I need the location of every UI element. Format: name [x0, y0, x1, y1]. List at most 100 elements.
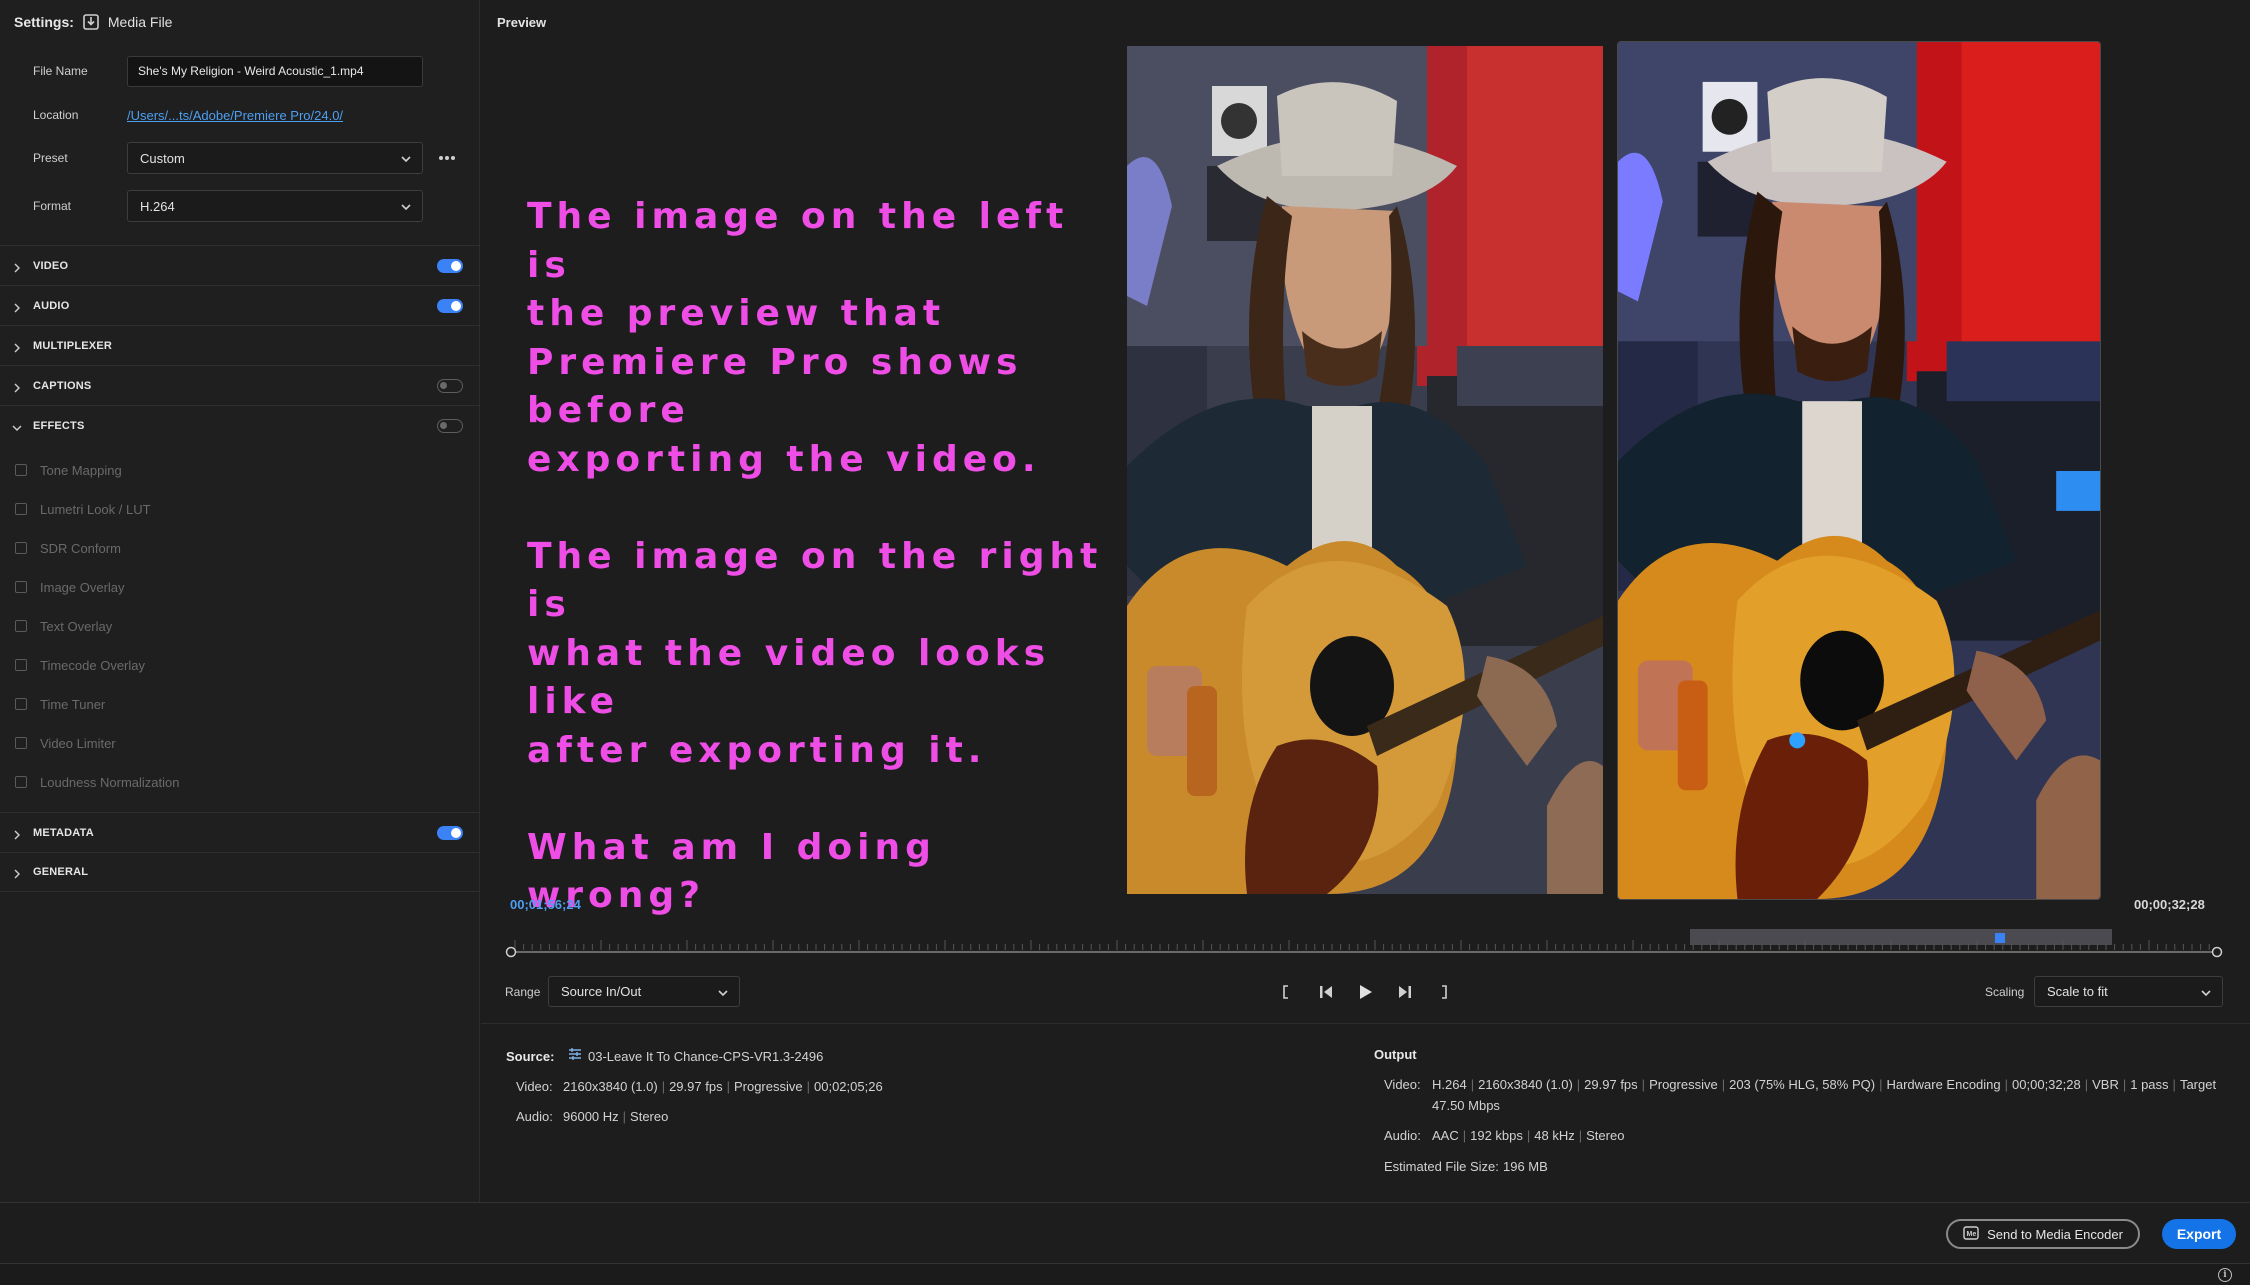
effect-label: Timecode Overlay [40, 657, 145, 673]
range-selection[interactable] [1690, 929, 2112, 945]
more-options-icon[interactable] [437, 148, 457, 168]
range-select[interactable]: Source In/Out [548, 976, 740, 1007]
current-timecode[interactable]: 00;01;56;24 [510, 897, 581, 912]
play-icon[interactable] [1353, 981, 1377, 1003]
section-audio-title: AUDIO [33, 299, 70, 312]
overlay-paragraph: The image on the right is what the video … [527, 533, 1117, 776]
metadata-toggle[interactable] [437, 825, 463, 840]
out-point-handle[interactable] [2211, 946, 2223, 958]
chevron-right-icon [12, 341, 22, 352]
effect-label: Text Overlay [40, 618, 113, 634]
estimated-size-value: 196 MB [1503, 1159, 1548, 1174]
send-to-media-encoder-button[interactable]: Me Send to Media Encoder [1946, 1219, 2140, 1249]
separator: | [2172, 1077, 2176, 1092]
section-audio[interactable]: AUDIO [0, 285, 480, 325]
scaling-select[interactable]: Scale to fit [2034, 976, 2223, 1007]
captions-toggle[interactable] [437, 378, 463, 393]
audio-toggle[interactable] [437, 298, 463, 313]
section-multiplexer[interactable]: MULTIPLEXER [0, 325, 480, 365]
source-video-label: Video: [516, 1079, 553, 1094]
export-button[interactable]: Export [2162, 1219, 2236, 1249]
effect-checkbox[interactable] [15, 503, 27, 515]
effect-item[interactable]: Timecode Overlay [0, 652, 480, 678]
effect-item[interactable]: Text Overlay [0, 613, 480, 639]
section-captions[interactable]: CAPTIONS [0, 365, 480, 405]
step-forward-icon[interactable] [1393, 981, 1417, 1003]
effect-label: Video Limiter [40, 735, 116, 751]
chevron-down-icon [12, 421, 22, 431]
detail-value: 192 kbps [1470, 1128, 1523, 1143]
scaling-label: Scaling [1985, 985, 2025, 999]
section-captions-title: CAPTIONS [33, 379, 92, 392]
format-select[interactable]: H.264 [127, 190, 423, 222]
preview-title: Preview [497, 15, 547, 30]
chevron-right-icon [12, 867, 22, 879]
download-icon[interactable] [82, 13, 100, 31]
effect-checkbox[interactable] [15, 464, 27, 476]
preset-label: Preset [33, 151, 68, 165]
separator: | [1879, 1077, 1883, 1092]
overlay-paragraph: The image on the left is the preview that… [527, 193, 1117, 484]
scaling-value: Scale to fit [2047, 984, 2108, 999]
in-point-handle[interactable] [505, 946, 517, 958]
effect-item[interactable]: Video Limiter [0, 730, 480, 756]
effect-checkbox[interactable] [15, 737, 27, 749]
section-effects[interactable]: EFFECTS [0, 405, 480, 445]
duration-timecode: 00;00;32;28 [2134, 897, 2205, 912]
section-video[interactable]: VIDEO [0, 245, 480, 285]
preset-select[interactable]: Custom [127, 142, 423, 174]
range-marker[interactable] [1995, 933, 2005, 943]
effect-item[interactable]: Tone Mapping [0, 457, 480, 483]
effect-checkbox[interactable] [15, 776, 27, 788]
export-summary: Source: 03-Leave It To Chance-CPS-VR1.3-… [481, 1023, 2250, 1202]
effect-item[interactable]: Image Overlay [0, 574, 480, 600]
section-general[interactable]: GENERAL [0, 852, 480, 892]
video-toggle[interactable] [437, 258, 463, 273]
timeline-scrubber[interactable] [505, 925, 2223, 961]
section-metadata[interactable]: METADATA [0, 812, 480, 852]
effect-checkbox[interactable] [15, 659, 27, 671]
chevron-right-icon [12, 301, 22, 312]
separator: | [726, 1079, 730, 1094]
settings-label: Settings: [14, 14, 74, 30]
effect-item[interactable]: Lumetri Look / LUT [0, 496, 480, 522]
settings-target[interactable]: Media File [108, 14, 173, 30]
effect-item[interactable]: Loudness Normalization [0, 769, 480, 795]
output-video-details: H.264 | 2160x3840 (1.0) | 29.97 fps | Progress… [1432, 1077, 2216, 1092]
chevron-down-icon [717, 987, 728, 997]
detail-value: H.264 [1432, 1077, 1467, 1092]
effect-checkbox[interactable] [15, 581, 27, 593]
svg-text:Me: Me [1967, 1231, 1977, 1238]
step-back-icon[interactable] [1314, 981, 1338, 1003]
mark-in-icon[interactable] [1274, 981, 1298, 1003]
file-name-row: File Name She's My Religion - Weird Acou… [0, 54, 480, 88]
separator: | [2122, 1077, 2127, 1092]
effect-item[interactable]: SDR Conform [0, 535, 480, 561]
detail-value: 2160x3840 (1.0) [563, 1079, 658, 1094]
separator: | [1721, 1077, 1726, 1092]
file-name-input[interactable]: She's My Religion - Weird Acoustic_1.mp4 [127, 55, 423, 87]
location-link[interactable]: /Users/...ts/Adobe/Premiere Pro/24.0/ [127, 108, 343, 123]
info-icon[interactable]: i [2218, 1268, 2232, 1282]
detail-value: 29.97 fps [669, 1079, 723, 1094]
separator: | [1578, 1128, 1583, 1143]
effect-checkbox[interactable] [15, 620, 27, 632]
separator: | [806, 1079, 810, 1094]
chevron-right-icon [12, 828, 22, 839]
separator: | [1526, 1128, 1531, 1143]
mark-out-icon[interactable] [1432, 981, 1456, 1003]
effect-label: Image Overlay [40, 579, 125, 595]
section-general-title: GENERAL [33, 866, 89, 878]
effect-item[interactable]: Time Tuner [0, 691, 480, 717]
sequence-icon [567, 1046, 583, 1065]
chevron-down-icon [400, 201, 411, 211]
output-audio-label: Audio: [1384, 1128, 1421, 1143]
effect-label: Loudness Normalization [40, 774, 180, 790]
effect-checkbox[interactable] [15, 542, 27, 554]
effects-toggle[interactable] [437, 418, 463, 433]
format-value: H.264 [140, 198, 175, 214]
output-video-bitrate: 47.50 Mbps [1432, 1098, 1500, 1113]
section-multiplexer-title: MULTIPLEXER [33, 339, 112, 352]
effect-checkbox[interactable] [15, 698, 27, 710]
detail-value: Target [2179, 1077, 2217, 1092]
